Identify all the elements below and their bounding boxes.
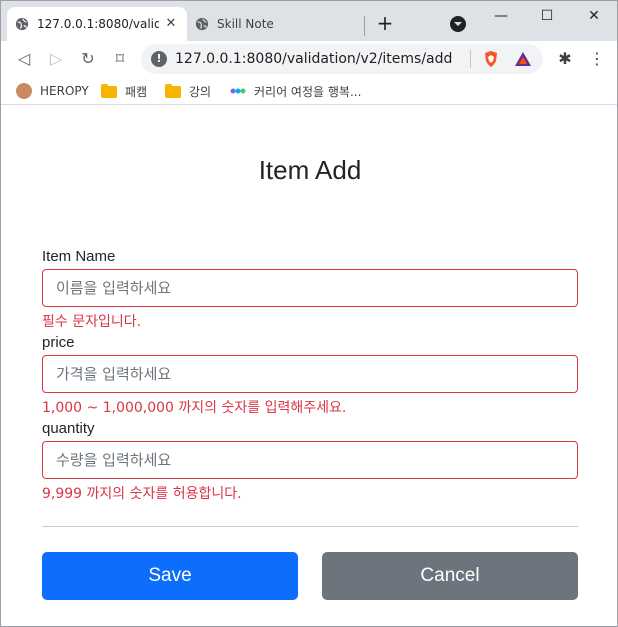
- url-text[interactable]: 127.0.0.1:8080/validation/v2/items/add: [175, 44, 452, 74]
- tab-title: 127.0.0.1:8080/validatio: [37, 17, 159, 31]
- bookmark-heropy[interactable]: HEROPY: [16, 81, 89, 101]
- bookmark-label: 강의: [189, 84, 212, 99]
- globe-icon: [195, 17, 209, 31]
- page-content: Item Add Item Name 필수 문자입니다. price 1,000…: [1, 106, 617, 626]
- item-name-error: 필수 문자입니다.: [42, 314, 142, 330]
- page-title: Item Add: [258, 155, 362, 185]
- tab-search-icon[interactable]: [450, 16, 466, 32]
- new-tab-icon[interactable]: +: [375, 13, 395, 33]
- minimize-icon[interactable]: —: [486, 5, 516, 27]
- bookmark-label: 패캠: [125, 84, 148, 99]
- forward-icon[interactable]: ▷: [46, 49, 66, 69]
- brave-rewards-icon[interactable]: [514, 50, 532, 68]
- price-input[interactable]: [42, 355, 578, 393]
- colored-dots-icon: [230, 88, 246, 94]
- bookmark-label: 커리어 여정을 행복...: [254, 84, 362, 99]
- bookmark-folder-lecture[interactable]: 강의: [165, 81, 211, 101]
- bookmarks-bar: HEROPY 패캠 강의 커리어 여정을 행복...: [1, 77, 617, 105]
- globe-icon: [15, 17, 29, 31]
- tab-skill-note[interactable]: Skill Note: [189, 7, 364, 41]
- folder-icon: [165, 83, 181, 99]
- folder-icon: [101, 83, 117, 99]
- price-label: price: [42, 334, 75, 351]
- bookmark-folder-fastcampus[interactable]: 패캠: [101, 81, 147, 101]
- quantity-error: 9,999 까지의 숫자를 허용합니다.: [42, 486, 242, 502]
- save-button[interactable]: Save: [42, 552, 298, 600]
- tab-close-icon[interactable]: ✕: [163, 16, 179, 32]
- quantity-label: quantity: [42, 420, 95, 437]
- cancel-button[interactable]: Cancel: [322, 552, 578, 600]
- quantity-input[interactable]: [42, 441, 578, 479]
- site-info-icon[interactable]: !: [151, 51, 167, 67]
- tab-title: Skill Note: [217, 17, 274, 31]
- price-error: 1,000 ~ 1,000,000 까지의 숫자를 입력해주세요.: [42, 400, 347, 416]
- bookmark-label: HEROPY: [40, 84, 89, 98]
- reload-icon[interactable]: ↻: [78, 49, 98, 69]
- item-name-input[interactable]: [42, 269, 578, 307]
- bookmark-career[interactable]: 커리어 여정을 행복...: [230, 81, 361, 101]
- item-name-label: Item Name: [42, 248, 116, 265]
- extensions-icon[interactable]: ✱: [555, 49, 575, 69]
- form-divider: [42, 526, 578, 527]
- tab-strip: 127.0.0.1:8080/validatio ✕ Skill Note + …: [1, 1, 617, 41]
- maximize-icon[interactable]: ☐: [532, 5, 562, 27]
- window-close-icon[interactable]: ✕: [579, 5, 609, 27]
- avatar-icon: [16, 83, 32, 99]
- tab-validation[interactable]: 127.0.0.1:8080/validatio ✕: [7, 7, 187, 41]
- omnibox-separator: [470, 50, 471, 68]
- back-icon[interactable]: ◁: [14, 49, 34, 69]
- browser-window: 127.0.0.1:8080/validatio ✕ Skill Note + …: [0, 0, 618, 627]
- menu-icon[interactable]: ⋮: [587, 49, 607, 69]
- brave-shield-icon[interactable]: [482, 50, 500, 68]
- browser-toolbar: ◁ ▷ ↻ ⌑ ! 127.0.0.1:8080/validation/v2/i…: [1, 41, 617, 77]
- tab-separator: [364, 16, 365, 36]
- bookmark-icon[interactable]: ⌑: [110, 49, 130, 69]
- address-bar[interactable]: ! 127.0.0.1:8080/validation/v2/items/add: [141, 44, 543, 74]
